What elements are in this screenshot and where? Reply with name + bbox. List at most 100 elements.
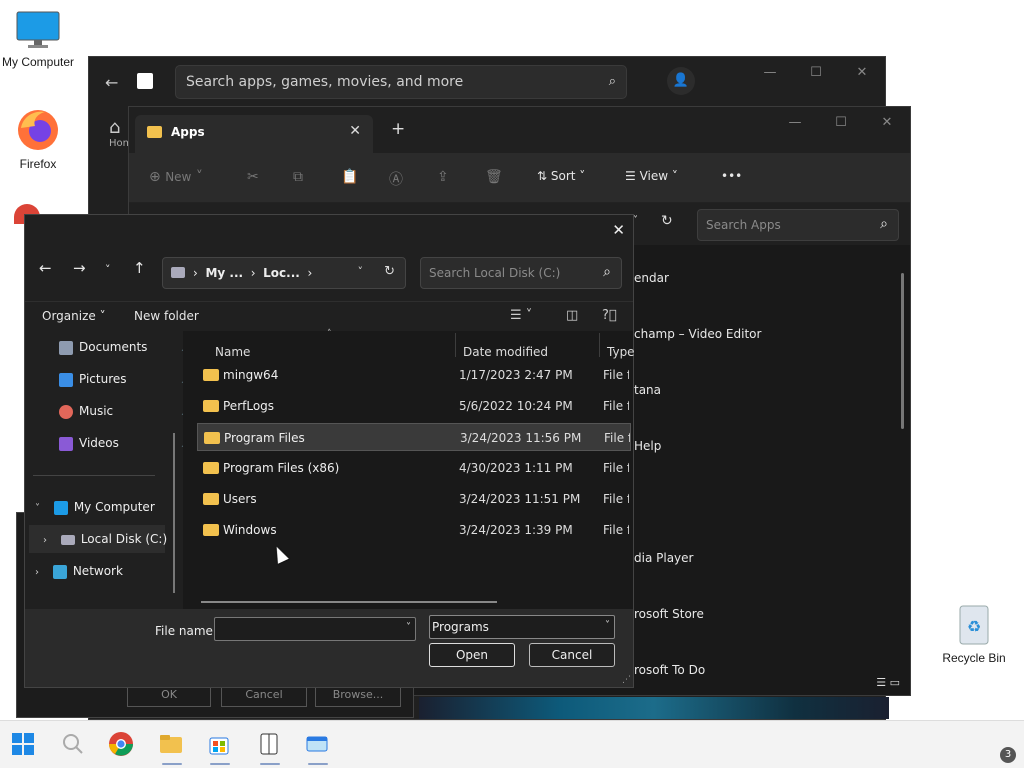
more-options-button[interactable]: ••• xyxy=(721,169,742,183)
delete-icon[interactable]: 🗑 xyxy=(485,169,503,185)
column-divider[interactable] xyxy=(599,333,600,357)
minimize-icon[interactable]: — xyxy=(772,107,818,139)
new-button[interactable]: ⊕ New ˅ xyxy=(149,169,203,185)
chrome-taskbar-button[interactable] xyxy=(108,731,136,759)
explorer-scrollbar[interactable] xyxy=(901,273,904,429)
table-row[interactable]: PerfLogs 5/6/2022 10:24 PM File fo xyxy=(197,392,631,420)
table-row[interactable]: Windows 3/24/2023 1:39 PM File fo xyxy=(197,516,631,544)
new-tab-icon[interactable]: + xyxy=(391,119,405,139)
column-header-type[interactable]: Type xyxy=(607,345,635,359)
column-header-name[interactable]: Name xyxy=(215,345,250,359)
folder-icon xyxy=(203,524,219,536)
view-options-icon[interactable]: ☰ ˅ xyxy=(510,308,532,323)
rename-icon[interactable]: Ⓐ xyxy=(389,169,403,189)
view-toggle-icons[interactable]: ☰ ▭ xyxy=(876,676,900,689)
nav-item-documents[interactable]: Documents 📌 xyxy=(59,333,193,361)
nav-item-network[interactable]: › Network xyxy=(35,557,123,585)
up-arrow-icon[interactable]: ↑ xyxy=(133,259,146,277)
resize-grip-icon[interactable]: ⋰ xyxy=(622,675,631,685)
back-arrow-icon[interactable]: ← xyxy=(39,259,52,277)
address-bar[interactable]: › My ... › Loc... › ˅ ↻ xyxy=(162,257,406,289)
filename-input[interactable]: ˅ xyxy=(214,617,416,641)
desktop-icon-recycle-bin[interactable]: ♻ Recycle Bin xyxy=(936,602,1012,665)
list-item[interactable]: tana xyxy=(634,383,661,397)
close-icon[interactable]: ✕ xyxy=(864,107,910,139)
table-row-selected[interactable]: Program Files 3/24/2023 11:56 PM File fo xyxy=(197,423,631,451)
maximize-icon[interactable]: ☐ xyxy=(818,107,864,139)
search-icon[interactable]: ⌕ xyxy=(609,74,616,89)
nav-item-videos[interactable]: Videos 📌 xyxy=(59,429,193,457)
table-row[interactable]: Users 3/24/2023 11:51 PM File fo xyxy=(197,485,631,513)
close-icon[interactable]: ✕ xyxy=(612,221,625,239)
filetype-select[interactable]: Programs ˅ xyxy=(429,615,615,639)
refresh-icon[interactable]: ↻ xyxy=(384,264,395,279)
file-explorer-taskbar-button[interactable] xyxy=(158,731,186,765)
help-icon[interactable]: ?⃝ xyxy=(602,308,617,323)
recent-locations-icon[interactable]: ˅ xyxy=(105,263,111,276)
list-item[interactable]: Help xyxy=(634,439,661,453)
preview-pane-icon[interactable]: ◫ xyxy=(566,308,578,323)
share-icon[interactable]: ⇪ xyxy=(437,169,449,185)
cut-icon[interactable]: ✂ xyxy=(247,169,259,185)
minimize-icon[interactable]: — xyxy=(747,57,793,89)
copy-icon[interactable]: ⧉ xyxy=(293,169,303,185)
account-icon[interactable]: 👤 xyxy=(667,67,695,95)
explorer-search-input[interactable]: Search Apps ⌕ xyxy=(697,209,899,241)
search-input[interactable]: Search Local Disk (C:) ⌕ xyxy=(420,257,622,289)
list-item[interactable]: rosoft Store xyxy=(634,607,704,621)
svg-text:♻: ♻ xyxy=(967,617,981,636)
table-row[interactable]: mingw64 1/17/2023 2:47 PM File fo xyxy=(197,361,631,389)
chevron-right-icon[interactable]: › xyxy=(35,567,39,578)
refresh-icon[interactable]: ↻ xyxy=(661,213,673,229)
nav-item-music[interactable]: Music 📌 xyxy=(59,397,193,425)
new-folder-button[interactable]: New folder xyxy=(134,309,199,323)
search-button[interactable] xyxy=(60,731,88,759)
paste-icon[interactable]: 📋 xyxy=(341,169,358,185)
organize-button[interactable]: Organize ˅ xyxy=(42,309,106,323)
desktop-icon-label: Recycle Bin xyxy=(942,651,1006,665)
list-item[interactable]: rosoft To Do xyxy=(634,663,705,677)
sort-button[interactable]: ⇅ Sort ˅ xyxy=(537,169,585,183)
horizontal-scrollbar[interactable] xyxy=(201,601,497,603)
list-item[interactable]: champ – Video Editor xyxy=(634,327,761,341)
list-item[interactable]: dia Player xyxy=(634,551,693,565)
search-icon[interactable]: ⌕ xyxy=(880,216,888,232)
address-dropdown-icon[interactable]: ˅ xyxy=(358,265,364,278)
chevron-right-icon[interactable]: › xyxy=(43,535,47,546)
chevron-down-icon[interactable]: ˅ xyxy=(605,620,610,631)
notification-badge[interactable]: 3 xyxy=(1000,747,1016,763)
back-arrow-icon[interactable]: ← xyxy=(105,73,118,92)
search-icon[interactable]: ⌕ xyxy=(603,264,611,280)
view-button[interactable]: ☰ View ˅ xyxy=(625,169,678,183)
open-button[interactable]: Open xyxy=(429,643,515,667)
maximize-icon[interactable]: ☐ xyxy=(793,57,839,89)
start-button[interactable] xyxy=(10,731,38,759)
cancel-button[interactable]: Cancel xyxy=(529,643,615,667)
store-search-input[interactable]: Search apps, games, movies, and more ⌕ xyxy=(175,65,627,99)
chevron-down-icon[interactable]: ˅ xyxy=(406,622,411,633)
desktop-icon-firefox[interactable]: Firefox xyxy=(0,108,76,171)
breadcrumb-local-disk[interactable]: Loc... xyxy=(263,266,300,280)
table-row[interactable]: Program Files (x86) 4/30/2023 1:11 PM Fi… xyxy=(197,454,631,482)
breadcrumb: › My ... › Loc... › xyxy=(193,266,313,280)
store-taskbar-button[interactable] xyxy=(206,731,234,765)
column-divider[interactable] xyxy=(455,333,456,357)
app-taskbar-button[interactable] xyxy=(304,731,332,765)
list-item[interactable]: endar xyxy=(634,271,669,285)
close-tab-icon[interactable]: ✕ xyxy=(349,123,361,139)
forward-arrow-icon[interactable]: → xyxy=(73,259,86,277)
open-file-dialog[interactable]: ✕ ← → ˅ ↑ › My ... › Loc... › ˅ ↻ Search… xyxy=(24,214,635,688)
nav-item-local-disk[interactable]: › Local Disk (C:) xyxy=(29,525,167,553)
close-icon[interactable]: ✕ xyxy=(839,57,885,89)
nav-item-pictures[interactable]: Pictures 📌 xyxy=(59,365,193,393)
nav-scrollbar[interactable] xyxy=(173,433,175,593)
chevron-down-icon[interactable]: ˅ xyxy=(35,503,40,514)
folder-icon xyxy=(203,400,219,412)
tab-apps[interactable]: Apps ✕ xyxy=(135,115,373,153)
nav-item-my-computer[interactable]: ˅ My Computer xyxy=(35,493,155,521)
breadcrumb-my-computer[interactable]: My ... xyxy=(205,266,243,280)
notepad-taskbar-button[interactable] xyxy=(256,731,284,765)
column-header-date[interactable]: Date modified xyxy=(463,345,548,359)
explorer-window-controls: — ☐ ✕ xyxy=(772,107,910,139)
desktop-icon-my-computer[interactable]: My Computer xyxy=(0,10,76,69)
